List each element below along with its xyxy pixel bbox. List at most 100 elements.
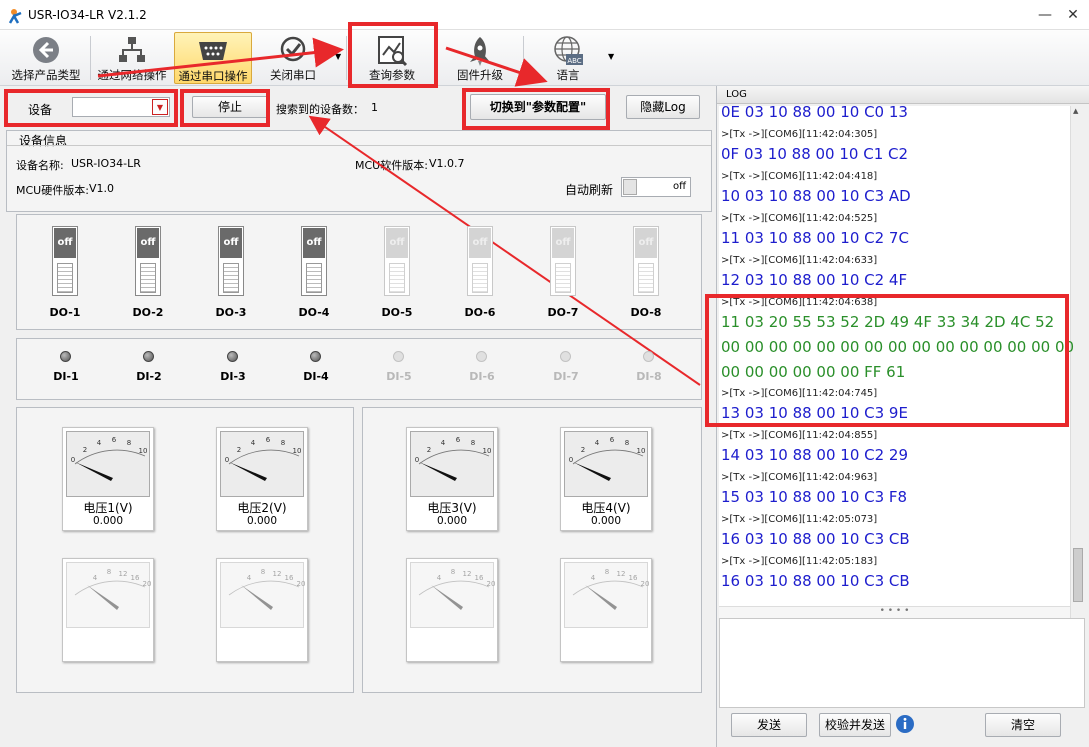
gauge-face: 0 2 4 6 8 10 — [410, 431, 494, 497]
di-label: DI-5 — [386, 370, 412, 383]
do-switch[interactable]: off — [135, 226, 161, 296]
di-indicator-led — [476, 351, 487, 362]
gauge-dial: 4 8 12 1620 — [74, 568, 151, 610]
gauge-value: 0.000 — [436, 515, 468, 527]
gauge-tick-label: 12 — [463, 570, 472, 578]
gauge-face: 4 8 12 16 20 — [564, 562, 649, 628]
gauge-disabled: 4 8 12 16 20 — [406, 558, 498, 662]
gauge-tick-label: 12 — [119, 570, 128, 578]
do-label: DO-4 — [298, 306, 330, 319]
do-switch[interactable]: off — [52, 226, 78, 296]
di-indicator-led — [560, 351, 571, 362]
switch-state-label: off — [54, 228, 76, 258]
do-label: DO-1 — [49, 306, 81, 319]
gauge-face: 0 2 4 6 8 10 — [564, 431, 648, 497]
gauge-face: 4 8 12 16 20 — [66, 562, 151, 628]
do-switch[interactable]: off — [384, 226, 410, 296]
gauge-tick-label: 12 — [617, 570, 626, 578]
gauge-tick-label: 16 — [285, 574, 294, 582]
switch-state-label: off — [635, 228, 657, 258]
gauge-dial: 02 4 6 8 10 — [225, 436, 301, 481]
gauge-needle — [75, 462, 113, 481]
gauge-tick-label: 4 — [97, 439, 102, 447]
gauge-tick-label: 16 — [629, 574, 638, 582]
switch-slider — [223, 263, 239, 293]
gauge-tick-label: 2 — [427, 446, 431, 454]
gauge-tick-label: 16 — [475, 574, 484, 582]
gauge-tick-label: 4 — [591, 574, 596, 582]
gauge-tick-label: 2 — [237, 446, 241, 454]
gauge-tick-label: 6 — [112, 436, 117, 444]
switch-state-label: off — [220, 228, 242, 258]
gauge-tick-label: 8 — [107, 568, 111, 576]
gauge-tick-label: 2 — [83, 446, 87, 454]
di-indicator-led — [143, 351, 154, 362]
gauge-needle — [229, 462, 267, 481]
switch-state-label: off — [552, 228, 574, 258]
gauge-dial: 02 4 6 8 10 — [415, 436, 492, 481]
switch-slider — [306, 263, 322, 293]
di-indicator-led — [60, 351, 71, 362]
di-label: DI-4 — [303, 370, 329, 383]
gauge-tick-label: 10 — [483, 447, 492, 455]
gauge-tick-label: 4 — [93, 574, 98, 582]
gauge-arc — [228, 580, 300, 596]
di-label: DI-3 — [220, 370, 246, 383]
gauge-tick-label: 2 — [581, 446, 585, 454]
gauge-label: 电压2(V) — [237, 501, 287, 515]
do-label: DO-6 — [464, 306, 496, 319]
gauge-value: 0.000 — [92, 515, 124, 527]
di-indicator-led — [643, 351, 654, 362]
do-switch[interactable]: off — [633, 226, 659, 296]
gauge-face: 4 8 12 16 20 — [220, 562, 305, 628]
gauge-tick-label: 16 — [131, 574, 140, 582]
di-indicator-led — [227, 351, 238, 362]
switch-slider — [140, 263, 156, 293]
gauge-tick-label: 4 — [441, 439, 446, 447]
gauge-tick-label: 20 — [641, 580, 649, 588]
gauge-tick-label: 8 — [451, 568, 455, 576]
gauge-tick-label: 0 — [225, 456, 229, 464]
do-switch[interactable]: off — [467, 226, 493, 296]
gauge-face: 0 2 4 6 8 10 — [66, 431, 150, 497]
gauge-label: 电压3(V) — [427, 501, 477, 515]
do-label: DO-8 — [630, 306, 662, 319]
gauge-tick-label: 4 — [595, 439, 600, 447]
gauge-arc — [418, 580, 490, 596]
gauge-needle — [241, 585, 273, 610]
gauge-arc — [74, 580, 146, 596]
di-indicator-led — [310, 351, 321, 362]
gauge-tick-label: 6 — [610, 436, 615, 444]
do-switch[interactable]: off — [301, 226, 327, 296]
gauge-tick-label: 8 — [261, 568, 265, 576]
gauge-tick-label: 0 — [415, 456, 419, 464]
gauge-disabled: 4 8 12 16 20 — [560, 558, 652, 662]
gauge-value: 0.000 — [590, 515, 622, 527]
gauge-needle — [431, 585, 463, 610]
gauge-needle — [573, 462, 611, 481]
gauge-tick-label: 6 — [266, 436, 271, 444]
di-label: DI-6 — [469, 370, 495, 383]
gauge-tick-label: 4 — [437, 574, 442, 582]
gauge-tick-label: 20 — [143, 580, 151, 588]
switch-slider — [472, 263, 488, 293]
do-label: DO-2 — [132, 306, 164, 319]
gauge-tick-label: 8 — [281, 439, 285, 447]
switch-state-label: off — [386, 228, 408, 258]
switch-slider — [638, 263, 654, 293]
gauge-tick-label: 0 — [71, 456, 75, 464]
gauge-needle — [419, 462, 457, 481]
gauge-tick-label: 4 — [251, 439, 256, 447]
gauge-value: 0.000 — [246, 515, 278, 527]
gauge-dial: 4 8 12 1620 — [418, 568, 495, 610]
do-switch[interactable]: off — [550, 226, 576, 296]
gauge-tick-label: 6 — [456, 436, 461, 444]
do-switch[interactable]: off — [218, 226, 244, 296]
switch-state-label: off — [137, 228, 159, 258]
gauge-tick-label: 8 — [625, 439, 629, 447]
gauge-label: 电压1(V) — [83, 501, 133, 515]
di-label: DI-2 — [136, 370, 162, 383]
switch-state-label: off — [469, 228, 491, 258]
gauge-needle — [585, 585, 617, 610]
gauge-tick-label: 20 — [297, 580, 305, 588]
